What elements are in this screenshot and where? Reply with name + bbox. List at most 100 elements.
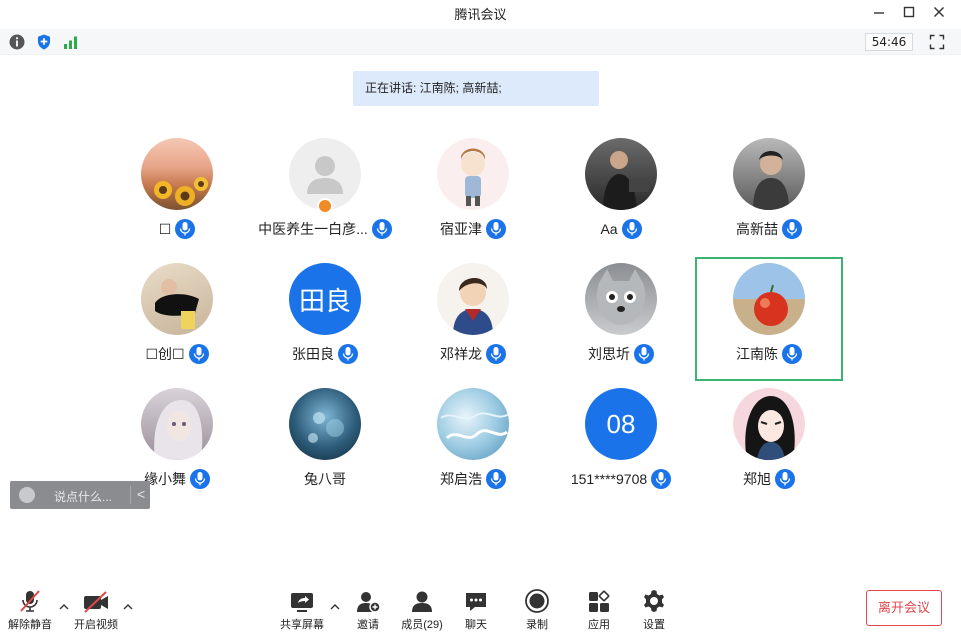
members-label: 成员(29) (401, 619, 443, 631)
share-screen-icon (291, 593, 313, 612)
participant-tile[interactable]: 高新喆 (695, 126, 843, 250)
participant-tile[interactable]: ☐ (103, 126, 251, 250)
info-icon[interactable] (8, 33, 26, 51)
share-screen-button[interactable]: 共享屏幕 (274, 588, 330, 632)
microphone-icon (486, 344, 506, 364)
avatar (141, 388, 213, 460)
minimize-icon (874, 12, 884, 14)
start-video-label: 开启视频 (74, 619, 118, 631)
unmute-button[interactable]: 解除静音 (2, 588, 58, 632)
share-screen-label: 共享屏幕 (280, 619, 324, 631)
fullscreen-icon (929, 34, 945, 50)
meeting-info-bar: 54:46 (0, 29, 961, 55)
record-icon (525, 589, 549, 613)
divider (130, 486, 131, 504)
members-button[interactable]: 成员(29) (394, 588, 450, 632)
meeting-timer: 54:46 (865, 33, 913, 51)
participant-name: Aa (600, 221, 618, 237)
microphone-icon (621, 219, 642, 239)
microphone-icon (338, 344, 358, 364)
avatar (733, 263, 805, 335)
record-label: 录制 (526, 619, 548, 631)
microphone-icon (188, 344, 209, 364)
participant-tile[interactable]: 邓祥龙 (399, 251, 547, 375)
participant-tile[interactable]: 兔八哥 (251, 376, 399, 500)
apps-label: 应用 (588, 619, 610, 631)
chat-button[interactable]: 聊天 (448, 588, 504, 632)
microphone-icon (486, 469, 506, 489)
participant-tile[interactable]: ☐创☐ (103, 251, 251, 375)
bottom-toolbar: 解除静音 开启视频 共享屏幕 邀请 成员(29) 聊天 录制 应用 设置 离开会… (0, 580, 961, 637)
apps-button[interactable]: 应用 (571, 588, 627, 632)
avatar (437, 388, 509, 460)
gear-icon (644, 590, 664, 612)
settings-label: 设置 (643, 619, 665, 631)
settings-button[interactable]: 设置 (626, 588, 682, 632)
microphone-icon (175, 219, 196, 239)
members-icon (412, 591, 432, 612)
avatar (585, 263, 657, 335)
apps-icon (589, 590, 610, 612)
video-options-chevron-icon[interactable] (122, 600, 134, 612)
participant-name: 张田良 (292, 346, 334, 362)
participant-name: 郑旭 (743, 471, 771, 487)
participant-tile[interactable]: 中医养生一白彦... (251, 126, 399, 250)
microphone-icon (634, 344, 654, 364)
avatar (289, 388, 361, 460)
participant-name: 宿亚津 (440, 221, 482, 237)
participant-name: 中医养生一白彦... (258, 221, 368, 237)
microphone-muted-icon (20, 590, 40, 612)
window-title: 腾讯会议 (454, 7, 507, 22)
avatar (733, 138, 805, 210)
video-off-icon (84, 591, 108, 613)
record-button[interactable]: 录制 (509, 588, 565, 632)
invite-label: 邀请 (357, 619, 379, 631)
host-badge-icon (317, 198, 333, 214)
unmute-label: 解除静音 (8, 619, 52, 631)
fullscreen-button[interactable] (929, 34, 945, 50)
collapse-chat-button[interactable]: < (137, 486, 145, 502)
speaking-banner: 正在讲话: 江南陈; 高新喆; (353, 71, 599, 106)
microphone-icon (651, 469, 672, 489)
avatar: 田良 (289, 263, 361, 335)
participant-name: 刘思圻 (588, 346, 630, 362)
close-button[interactable] (928, 3, 950, 23)
participant-name: ☐创☐ (145, 346, 185, 362)
participant-name: ☐ (158, 220, 172, 237)
microphone-icon (486, 219, 506, 239)
leave-meeting-button[interactable]: 离开会议 (866, 590, 942, 626)
add-person-icon (357, 592, 381, 613)
participant-name: 郑启浩 (440, 471, 482, 487)
chat-label: 聊天 (465, 619, 487, 631)
participant-tile[interactable]: 宿亚津 (399, 126, 547, 250)
chat-quick-input[interactable]: 说点什么... < (10, 481, 150, 509)
participant-name: 江南陈 (736, 346, 778, 362)
participant-name: 兔八哥 (304, 471, 346, 487)
participant-name: 151****9708 (570, 471, 648, 487)
minimize-button[interactable] (868, 3, 890, 23)
participant-tile[interactable]: 08 151****9708 (547, 376, 695, 500)
signal-icon[interactable] (62, 33, 80, 51)
start-video-button[interactable]: 开启视频 (68, 588, 124, 632)
avatar: 08 (585, 388, 657, 460)
participant-tile[interactable]: 刘思圻 (547, 251, 695, 375)
microphone-icon (782, 219, 802, 239)
maximize-button[interactable] (898, 3, 920, 23)
participant-tile[interactable]: 郑旭 (695, 376, 843, 500)
avatar (733, 388, 805, 460)
avatar (141, 138, 213, 210)
invite-button[interactable]: 邀请 (340, 588, 396, 632)
microphone-icon (371, 219, 392, 239)
title-bar: 腾讯会议 (0, 0, 961, 26)
participant-tile[interactable]: Aa (547, 126, 695, 250)
microphone-icon (775, 469, 795, 489)
emoji-icon[interactable] (19, 487, 35, 503)
participant-tile-active-speaker[interactable]: 江南陈 (695, 257, 843, 381)
avatar (585, 138, 657, 210)
shield-icon[interactable] (35, 33, 53, 51)
participant-tile[interactable]: 田良 张田良 (251, 251, 399, 375)
chat-icon (466, 593, 486, 611)
chat-placeholder: 说点什么... (54, 490, 113, 504)
participant-tile[interactable]: 郑启浩 (399, 376, 547, 500)
participant-name: 邓祥龙 (440, 346, 482, 362)
